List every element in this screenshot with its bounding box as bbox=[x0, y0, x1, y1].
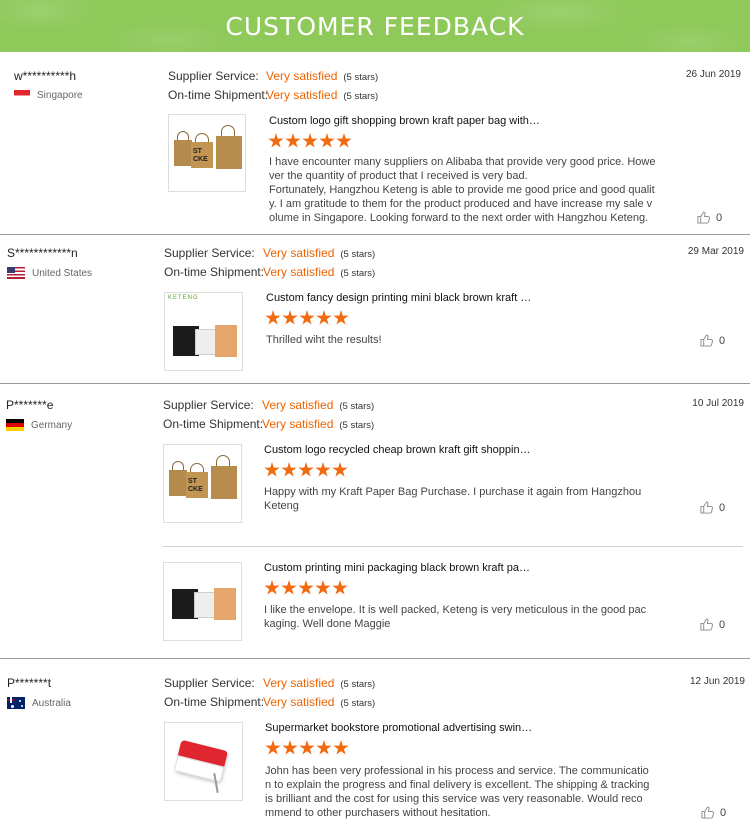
feedback-banner: CUSTOMER FEEDBACK bbox=[0, 0, 750, 52]
star-icon bbox=[282, 740, 298, 755]
review-comment: I have encounter many suppliers on Aliba… bbox=[269, 156, 656, 224]
review-comment: John has been very professional in his p… bbox=[265, 765, 650, 819]
like-count: 0 bbox=[719, 501, 726, 514]
reviewer-name: P*******e bbox=[6, 398, 54, 412]
product-star-rating bbox=[264, 462, 348, 478]
review-date: 12 Jun 2019 bbox=[689, 676, 745, 687]
singapore-flag-icon bbox=[14, 90, 30, 101]
thumbs-up-icon bbox=[700, 334, 713, 347]
supplier-service-rating: Supplier Service: Very satisfied (5 stars) bbox=[168, 69, 379, 83]
star-icon bbox=[315, 462, 331, 477]
star-icon bbox=[299, 740, 315, 755]
ontime-shipment-rating: On-time Shipment:Very satisfied (5 stars) bbox=[164, 695, 376, 709]
supplier-service-rating: Supplier Service: Very satisfied (5 stars) bbox=[164, 246, 376, 260]
star-icon bbox=[316, 740, 332, 755]
review-card: w**********h Singapore Supplier Service:… bbox=[0, 52, 750, 235]
supplier-service-rating: Supplier Service: Very satisfied (5 stars) bbox=[164, 676, 376, 690]
star-icon bbox=[302, 133, 318, 148]
thumbs-up-icon bbox=[700, 618, 713, 631]
like-button[interactable]: 0 bbox=[700, 334, 725, 347]
like-count: 0 bbox=[720, 806, 727, 819]
page-title: CUSTOMER FEEDBACK bbox=[225, 11, 525, 41]
product-star-rating bbox=[265, 740, 349, 756]
product-divider bbox=[163, 546, 743, 547]
review-date: 29 Mar 2019 bbox=[687, 246, 744, 257]
star-icon bbox=[264, 462, 280, 477]
united-states-flag-icon bbox=[7, 267, 25, 279]
like-button[interactable]: 0 bbox=[700, 501, 725, 514]
product-thumbnail[interactable]: KETENG bbox=[164, 292, 243, 371]
country-label: Singapore bbox=[37, 90, 83, 101]
star-icon bbox=[336, 133, 352, 148]
product-title-link[interactable]: Custom fancy design printing mini black … bbox=[266, 292, 531, 304]
like-count: 0 bbox=[719, 334, 726, 347]
review-card: S************n United States Supplier Se… bbox=[0, 235, 750, 384]
product-thumbnail[interactable] bbox=[164, 722, 243, 801]
review-comment: Thrilled wiht the results! bbox=[266, 334, 382, 346]
ontime-shipment-rating: On-time Shipment:Very satisfied (5 stars) bbox=[163, 417, 375, 431]
ontime-shipment-rating: On-time Shipment:Very satisfied (5 stars) bbox=[164, 265, 376, 279]
like-count: 0 bbox=[716, 211, 723, 224]
star-icon bbox=[282, 310, 298, 325]
country-label: Germany bbox=[31, 419, 73, 431]
ontime-shipment-rating: On-time Shipment:Very satisfied (5 stars) bbox=[168, 88, 379, 102]
like-count: 0 bbox=[719, 618, 726, 631]
review-card: P*******t Australia Supplier Service: Ver… bbox=[0, 659, 750, 839]
star-icon bbox=[333, 310, 349, 325]
star-icon bbox=[332, 462, 348, 477]
review-card: P*******e Germany Supplier Service: Very … bbox=[0, 384, 750, 659]
like-button[interactable]: 0 bbox=[700, 618, 725, 631]
product-title-link[interactable]: Supermarket bookstore promotional advert… bbox=[265, 722, 532, 734]
supplier-service-rating: Supplier Service: Very satisfied (5 stars) bbox=[163, 398, 375, 412]
product-star-rating bbox=[268, 133, 352, 149]
reviewer-country: Australia bbox=[7, 697, 71, 709]
star-icon bbox=[281, 580, 297, 595]
star-icon bbox=[265, 740, 281, 755]
review-comment: Happy with my Kraft Paper Bag Purchase. … bbox=[264, 486, 642, 512]
star-icon bbox=[333, 740, 349, 755]
star-icon bbox=[268, 133, 284, 148]
product-title-link[interactable]: Custom printing mini packaging black bro… bbox=[264, 562, 530, 574]
brand-logo: KETENG bbox=[168, 295, 199, 301]
star-icon bbox=[315, 580, 331, 595]
product-star-rating bbox=[265, 310, 349, 326]
review-date: 26 Jun 2019 bbox=[685, 69, 741, 80]
star-icon bbox=[316, 310, 332, 325]
product-title-link[interactable]: Custom logo gift shopping brown kraft pa… bbox=[269, 115, 540, 127]
star-icon bbox=[332, 580, 348, 595]
reviewer-country: United States bbox=[7, 267, 92, 279]
review-date: 10 Jul 2019 bbox=[692, 398, 744, 409]
product-thumbnail[interactable]: ST CKE bbox=[163, 444, 242, 523]
product-thumbnail[interactable]: ST CKE bbox=[168, 114, 246, 192]
star-icon bbox=[281, 462, 297, 477]
star-icon bbox=[298, 462, 314, 477]
reviewer-name: w**********h bbox=[14, 69, 77, 83]
country-label: United States bbox=[32, 267, 93, 279]
reviewer-name: P*******t bbox=[7, 676, 52, 690]
australia-flag-icon bbox=[7, 697, 25, 709]
like-button[interactable]: 0 bbox=[701, 806, 726, 819]
reviewer-country: Singapore bbox=[14, 90, 83, 101]
review-comment: I like the envelope. It is well packed, … bbox=[264, 604, 647, 630]
star-icon bbox=[265, 310, 281, 325]
star-icon bbox=[298, 580, 314, 595]
star-icon bbox=[285, 133, 301, 148]
like-button[interactable]: 0 bbox=[697, 211, 722, 224]
product-thumbnail[interactable] bbox=[163, 562, 242, 641]
country-label: Australia bbox=[32, 697, 71, 709]
thumbs-up-icon bbox=[697, 211, 710, 224]
reviewer-name: S************n bbox=[7, 246, 78, 260]
product-title-link[interactable]: Custom logo recycled cheap brown kraft g… bbox=[264, 444, 531, 456]
germany-flag-icon bbox=[6, 419, 24, 431]
thumbs-up-icon bbox=[700, 501, 713, 514]
star-icon bbox=[264, 580, 280, 595]
reviewer-country: Germany bbox=[6, 419, 72, 431]
star-icon bbox=[319, 133, 335, 148]
thumbs-up-icon bbox=[701, 806, 714, 819]
star-icon bbox=[299, 310, 315, 325]
product-star-rating bbox=[264, 580, 348, 596]
